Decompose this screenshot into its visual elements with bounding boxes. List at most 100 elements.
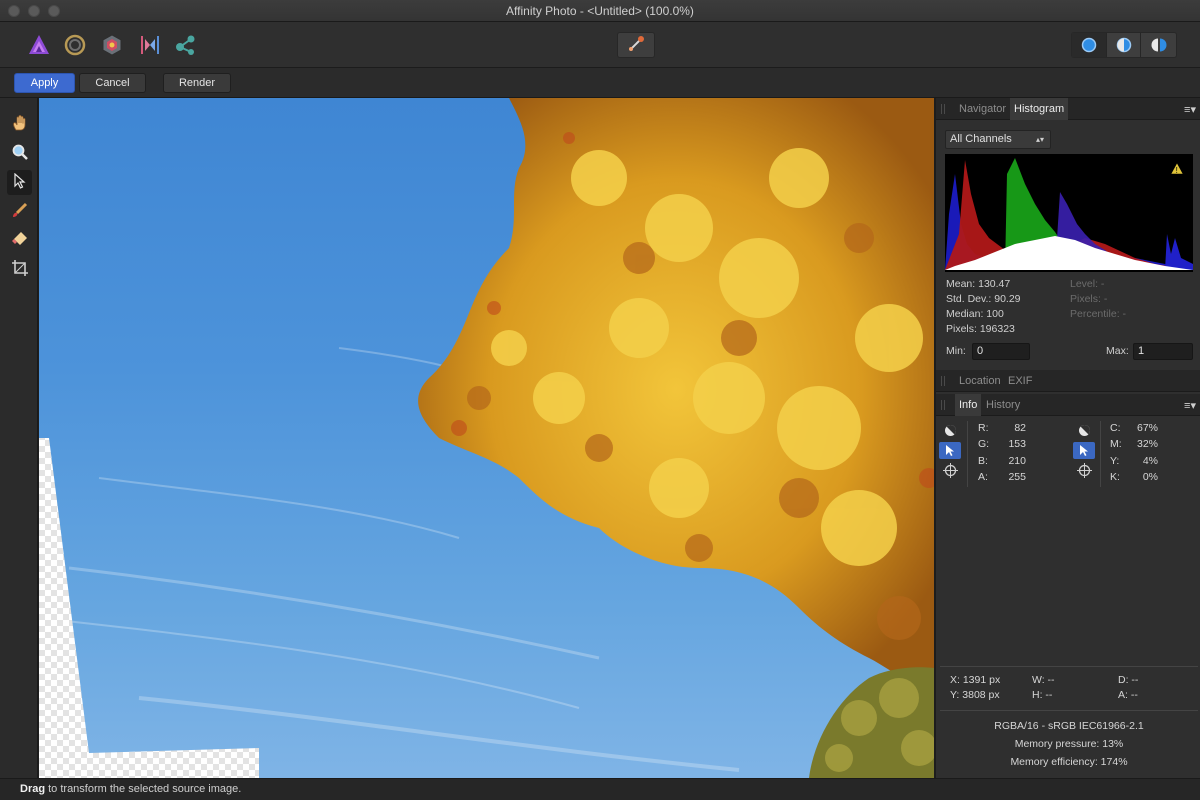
max-input[interactable]: 1 <box>1133 343 1193 360</box>
export-persona-icon[interactable] <box>173 32 199 58</box>
color-format: RGBA/16 - sRGB IEC61966-2.1 <box>994 720 1144 732</box>
histogram-pixels-right: Pixels: - <box>1070 293 1108 305</box>
panel-grip-icon[interactable] <box>941 400 945 410</box>
right-panels: Navigator Histogram ≡▾ All Channels ▴▾ !… <box>934 98 1200 778</box>
divider <box>967 421 968 487</box>
zoom-icon <box>11 143 29 164</box>
cmyk-m-value: 32% <box>1136 438 1158 450</box>
zoom-tool[interactable] <box>7 141 32 166</box>
panel-grip-icon[interactable] <box>941 104 945 114</box>
channel-select-value: All Channels <box>950 133 1012 145</box>
cursor-x: X: 1391 px <box>950 674 1001 686</box>
histogram-mean: Mean: 130.47 <box>946 278 1011 290</box>
apply-button[interactable]: Apply <box>14 73 75 93</box>
rgb-r-value: 82 <box>1014 422 1026 434</box>
liquify-persona-icon[interactable] <box>62 32 88 58</box>
cmyk-k-label: K: <box>1110 471 1120 483</box>
cmyk-c-label: C: <box>1110 422 1121 434</box>
location-tabbar: Location EXIF <box>936 370 1200 392</box>
cmyk-c-value: 67% <box>1136 422 1158 434</box>
source-transform-icon <box>626 34 646 57</box>
status-bar: Drag to transform the selected source im… <box>0 778 1200 800</box>
rgb-a-value: 255 <box>1008 471 1026 483</box>
crop-tool[interactable] <box>7 257 32 282</box>
histogram-level: Level: - <box>1070 278 1105 290</box>
split-view-icon[interactable] <box>1107 33 1142 57</box>
crosshair-target-icon[interactable] <box>1073 462 1095 479</box>
cancel-button[interactable]: Cancel <box>79 73 146 93</box>
channel-select[interactable]: All Channels ▴▾ <box>945 130 1051 149</box>
brush-tool[interactable] <box>7 199 32 224</box>
memory-pressure: Memory pressure: 13% <box>1014 738 1124 750</box>
rgb-a-label: A: <box>978 471 988 483</box>
cmyk-y-label: Y: <box>1110 455 1120 467</box>
divider <box>1100 421 1101 487</box>
tools-panel <box>0 98 38 778</box>
context-toolbar: Apply Cancel Render <box>0 68 1200 98</box>
source-transform-button[interactable] <box>617 32 655 58</box>
autumn-tree-image <box>39 98 934 778</box>
eraser-tool[interactable] <box>7 228 32 253</box>
distance-d: D: -- <box>1118 674 1139 686</box>
eraser-icon <box>11 230 29 251</box>
panel-menu-icon[interactable]: ≡▾ <box>1184 399 1196 412</box>
tone-mapping-persona-icon[interactable] <box>137 32 163 58</box>
tab-location[interactable]: Location <box>955 370 1005 392</box>
tab-history[interactable]: History <box>982 394 1024 416</box>
histogram-tabbar: Navigator Histogram ≡▾ <box>936 98 1200 120</box>
move-tool[interactable] <box>7 170 32 195</box>
rgb-g-label: G: <box>978 438 990 450</box>
tab-exif[interactable]: EXIF <box>1004 370 1036 392</box>
divider <box>940 666 1198 667</box>
pointer-target-icon[interactable] <box>1073 442 1095 459</box>
status-text: to transform the selected source image. <box>45 783 242 795</box>
cursor-y: Y: 3808 px <box>950 689 1000 701</box>
color-picker-icon[interactable] <box>1073 422 1095 439</box>
pointer-target-icon[interactable] <box>939 442 961 459</box>
render-button[interactable]: Render <box>163 73 231 93</box>
rgb-b-value: 210 <box>1008 455 1026 467</box>
cmyk-y-value: 4% <box>1142 455 1158 467</box>
histogram-graph: ! <box>945 154 1193 272</box>
panel-menu-icon[interactable]: ≡▾ <box>1184 103 1196 116</box>
develop-persona-icon[interactable] <box>99 32 125 58</box>
selection-w: W: -- <box>1032 674 1055 686</box>
cmyk-m-label: M: <box>1110 438 1122 450</box>
selection-h: H: -- <box>1032 689 1053 701</box>
cmyk-k-value: 0% <box>1142 471 1158 483</box>
tab-histogram[interactable]: Histogram <box>1010 98 1069 120</box>
memory-efficiency: Memory efficiency: 174% <box>1010 756 1128 768</box>
rgb-r-label: R: <box>978 422 989 434</box>
panel-grip-icon[interactable] <box>941 376 945 386</box>
status-action: Drag <box>20 783 46 795</box>
title-bar: Affinity Photo - <Untitled> (100.0%) <box>0 0 1200 22</box>
color-picker-icon[interactable] <box>939 422 961 439</box>
rgb-g-value: 153 <box>1008 438 1026 450</box>
tab-info[interactable]: Info <box>955 394 982 416</box>
single-view-icon[interactable] <box>1072 33 1107 57</box>
tab-navigator[interactable]: Navigator <box>955 98 1010 120</box>
histogram-percentile: Percentile: - <box>1070 308 1127 320</box>
move-icon <box>13 172 27 192</box>
angle-a: A: -- <box>1118 689 1138 701</box>
info-tabbar: Info History ≡▾ <box>936 394 1200 416</box>
hand-tool[interactable] <box>7 112 32 137</box>
hand-icon <box>11 114 29 135</box>
min-label: Min: <box>946 345 966 357</box>
document-canvas[interactable] <box>39 98 934 778</box>
crosshair-target-icon[interactable] <box>939 462 961 479</box>
min-input[interactable]: 0 <box>972 343 1030 360</box>
photo-persona-icon[interactable] <box>26 32 52 58</box>
rgb-b-label: B: <box>978 455 988 467</box>
divider <box>940 710 1198 711</box>
mirror-view-icon[interactable] <box>1141 33 1176 57</box>
brush-icon <box>11 201 29 222</box>
crop-icon <box>11 259 29 280</box>
view-mode-group <box>1071 32 1177 58</box>
histogram-pixels: Pixels: 196323 <box>946 323 1015 335</box>
histogram-std-dev: Std. Dev.: 90.29 <box>946 293 1021 305</box>
max-label: Max: <box>1106 345 1129 357</box>
histogram-median: Median: 100 <box>946 308 1004 320</box>
svg-text:!: ! <box>1176 166 1178 175</box>
main-toolbar <box>0 22 1200 68</box>
